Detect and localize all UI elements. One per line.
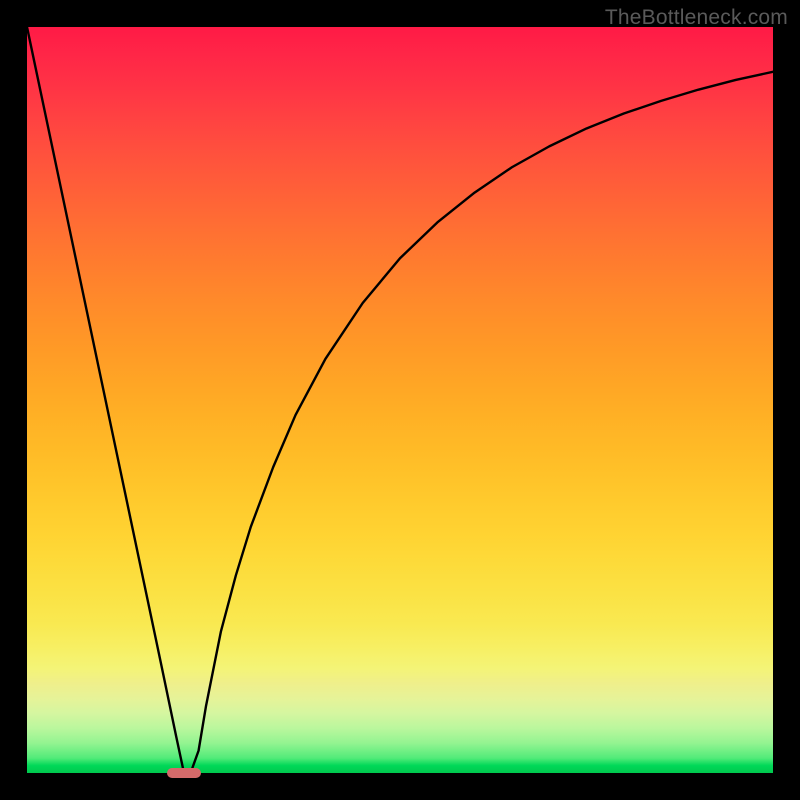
min-marker [167,768,201,778]
attribution-text: TheBottleneck.com [605,6,788,30]
plot-area [27,27,773,773]
bottleneck-curve [27,27,773,773]
chart-frame: TheBottleneck.com [0,0,800,800]
